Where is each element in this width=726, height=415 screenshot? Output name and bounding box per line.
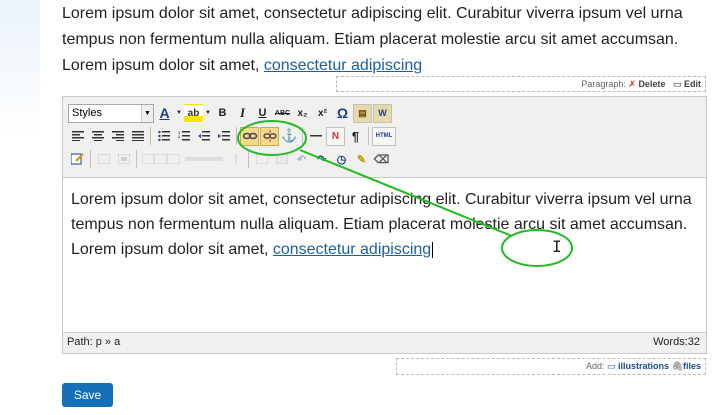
paste-icon[interactable]: ▤: [353, 103, 372, 123]
toolbar-separator: [302, 127, 303, 145]
table-col-icon[interactable]: [226, 150, 245, 169]
underline-icon[interactable]: U: [253, 104, 272, 123]
outdent-icon[interactable]: [194, 127, 213, 146]
toolbar-separator: [248, 150, 249, 168]
toolbar-separator: [236, 127, 237, 145]
table-row-icon[interactable]: [183, 150, 225, 169]
svg-text:2: 2: [178, 134, 181, 139]
delete-icon: ✗: [628, 79, 636, 89]
add-toolbar: Add: ▭ illustrations 🖇files: [396, 358, 706, 375]
page-decoration: [0, 0, 40, 140]
add-label: Add:: [585, 361, 605, 371]
intro-paragraph: Lorem ipsum dolor sit amet, consectetur …: [62, 0, 712, 79]
styles-dropdown[interactable]: Styles ▼: [68, 103, 154, 123]
main-content: Lorem ipsum dolor sit amet, consectetur …: [62, 0, 712, 407]
toolbar-separator: [368, 127, 369, 145]
indent-icon[interactable]: [214, 127, 233, 146]
strikethrough-icon[interactable]: ABC: [273, 104, 292, 123]
subscript-icon[interactable]: x₂: [293, 104, 312, 123]
anchor-icon[interactable]: ⚓: [280, 127, 299, 146]
text-color-icon[interactable]: A: [155, 104, 174, 123]
italic-icon[interactable]: I: [233, 104, 252, 123]
align-justify-icon[interactable]: [128, 127, 147, 146]
numbered-list-icon[interactable]: 12: [174, 127, 193, 146]
horizontal-rule-icon[interactable]: [306, 127, 325, 146]
mouse-cursor-icon: I: [552, 237, 562, 256]
redo-icon[interactable]: ↷: [312, 150, 331, 169]
highlight-dropdown-icon[interactable]: ▼: [204, 104, 212, 123]
text-cursor: [432, 241, 434, 258]
pilcrow-icon[interactable]: ¶: [346, 127, 365, 146]
intro-link[interactable]: consectetur adipiscing: [264, 57, 422, 74]
editor-content-area[interactable]: Lorem ipsum dolor sit amet, consectetur …: [63, 177, 706, 333]
table-icon[interactable]: [140, 150, 182, 169]
table-props-icon[interactable]: [252, 150, 271, 169]
undo-icon[interactable]: ↶: [292, 150, 311, 169]
align-center-icon[interactable]: [88, 127, 107, 146]
paste-word-icon[interactable]: W: [373, 103, 392, 123]
bold-icon[interactable]: B: [213, 104, 232, 123]
styles-label: Styles: [72, 106, 102, 119]
table-cell-icon[interactable]: [272, 150, 291, 169]
cleanup-brush-icon[interactable]: ✎: [352, 150, 371, 169]
html-source-icon[interactable]: HTML: [372, 126, 396, 146]
toolbar-separator: [136, 150, 137, 168]
paragraph-toolbar: Paragraph: ✗ Delete ▭ Edit: [336, 76, 706, 92]
highlight-icon[interactable]: ab: [184, 103, 203, 123]
paragraph-label: Paragraph:: [581, 79, 626, 89]
status-bar: Path: p » a Words:32: [67, 333, 700, 351]
rich-text-editor: Styles ▼ A ▼ ab ▼ B I U ABC x₂ x² Ω ▤ W …: [62, 96, 707, 354]
align-left-icon[interactable]: [68, 127, 87, 146]
bullet-list-icon[interactable]: [154, 127, 173, 146]
unlink-icon[interactable]: [260, 126, 279, 146]
editor-paragraph[interactable]: Lorem ipsum dolor sit amet, consectetur …: [63, 178, 706, 271]
toolbar-separator: [90, 150, 91, 168]
word-count: Words:32: [653, 336, 700, 348]
absolute-icon[interactable]: [114, 150, 133, 169]
toolbar-row-3: ↶ ↷ ◷ ✎ ⌫: [68, 148, 391, 170]
text-color-dropdown-icon[interactable]: ▼: [175, 104, 183, 123]
image-icon: ▭: [606, 361, 616, 371]
files-link[interactable]: files: [683, 361, 701, 371]
edit-link[interactable]: Edit: [684, 79, 701, 89]
save-button[interactable]: Save: [62, 383, 113, 407]
link-icon[interactable]: [240, 126, 259, 146]
superscript-icon[interactable]: x²: [313, 104, 332, 123]
toolbar-row-2: 12 ⚓ N ¶ HTML: [68, 125, 396, 147]
special-char-icon[interactable]: Ω: [333, 104, 352, 123]
edit-icon: ▭: [672, 79, 682, 89]
illustrations-link[interactable]: illustrations: [618, 361, 669, 371]
insert-layer-icon[interactable]: [94, 150, 113, 169]
eraser-icon[interactable]: ⌫: [372, 150, 391, 169]
edit-css-icon[interactable]: [68, 150, 87, 169]
toolbar-separator: [150, 127, 151, 145]
toolbar-row-1: Styles ▼ A ▼ ab ▼ B I U ABC x₂ x² Ω ▤ W: [68, 102, 392, 124]
editor-link[interactable]: consectetur adipiscing: [273, 241, 431, 258]
paperclip-icon: 🖇: [671, 361, 683, 371]
align-right-icon[interactable]: [108, 127, 127, 146]
delete-link[interactable]: Delete: [638, 79, 665, 89]
element-path[interactable]: Path: p » a: [67, 336, 120, 348]
remove-format-icon[interactable]: N: [326, 126, 345, 146]
chevron-down-icon: ▼: [141, 104, 153, 122]
clock-icon[interactable]: ◷: [332, 150, 351, 169]
